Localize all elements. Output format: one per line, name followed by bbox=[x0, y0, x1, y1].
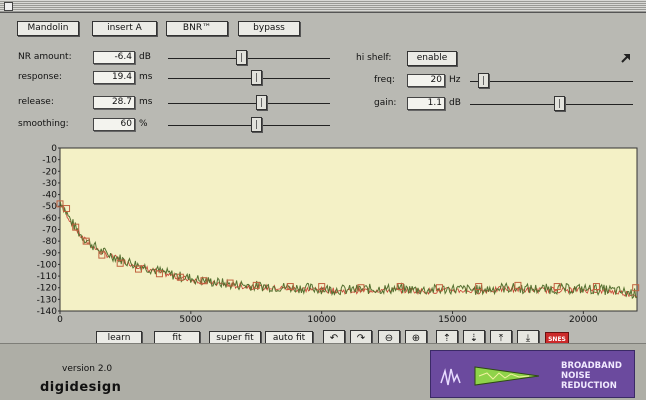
y-tick-label: -60 bbox=[42, 214, 57, 224]
y-tick-label: -140 bbox=[37, 307, 58, 317]
nr-amount-slider-track[interactable] bbox=[168, 58, 330, 59]
smoothing-field[interactable]: 60 bbox=[93, 118, 135, 131]
x-tick-label: 5000 bbox=[179, 315, 202, 325]
version-label: version 2.0 bbox=[62, 364, 113, 374]
close-box[interactable] bbox=[4, 2, 13, 11]
gain-field[interactable]: 1.1 bbox=[407, 97, 445, 110]
release-field[interactable]: 28.7 bbox=[93, 96, 135, 109]
nr-amount-field[interactable]: -6.4 bbox=[93, 51, 135, 64]
smoothing-slider-thumb[interactable] bbox=[251, 117, 263, 132]
release-unit: ms bbox=[139, 97, 153, 107]
release-slider-track[interactable] bbox=[168, 103, 330, 104]
response-slider-thumb[interactable] bbox=[251, 70, 263, 85]
freq-slider-track[interactable] bbox=[470, 81, 633, 82]
y-tick-label: -130 bbox=[37, 295, 58, 305]
y-tick-label: -30 bbox=[42, 179, 57, 189]
response-slider-track[interactable] bbox=[168, 78, 330, 79]
y-tick-label: -100 bbox=[37, 260, 58, 270]
gain-unit: dB bbox=[449, 98, 461, 108]
window-titlebar[interactable] bbox=[0, 0, 646, 13]
noise-spectrum-graph[interactable]: 0 -10-20 -30 -40-50 -60 -70-80 -90-100 -110 -120… bbox=[0, 140, 646, 335]
gain-slider-track[interactable] bbox=[470, 104, 633, 105]
response-label: response: bbox=[18, 72, 62, 82]
y-tick-label: 0 bbox=[51, 144, 57, 154]
x-tick-label: 20000 bbox=[569, 315, 598, 325]
freq-label: freq: bbox=[374, 75, 395, 85]
product-name-line3: REDUCTION bbox=[561, 381, 617, 391]
response-unit: ms bbox=[139, 72, 153, 82]
bnr-product-logo: BROADBAND NOISE REDUCTION bbox=[430, 350, 635, 398]
y-tick-label: -110 bbox=[37, 272, 58, 282]
y-tick-label: -10 bbox=[42, 156, 57, 166]
freq-unit: Hz bbox=[449, 75, 461, 85]
plugin-menu-button[interactable]: BNR™ bbox=[166, 21, 228, 36]
preset-menu-button[interactable]: Mandolin bbox=[17, 21, 79, 36]
y-tick-label: -40 bbox=[42, 191, 57, 201]
x-tick-label: 15000 bbox=[438, 315, 467, 325]
gain-slider-thumb[interactable] bbox=[553, 96, 565, 111]
gain-label: gain: bbox=[374, 98, 397, 108]
freq-slider-thumb[interactable] bbox=[477, 73, 489, 88]
product-name-line2: NOISE bbox=[561, 371, 591, 381]
release-slider-thumb[interactable] bbox=[255, 95, 267, 110]
y-tick-label: -70 bbox=[42, 226, 57, 236]
smoothing-unit: % bbox=[139, 119, 148, 129]
insert-menu-button[interactable]: insert A bbox=[92, 21, 157, 36]
bypass-button[interactable]: bypass bbox=[238, 21, 300, 36]
smoothing-label: smoothing: bbox=[18, 119, 69, 129]
product-name-line1: BROADBAND bbox=[561, 361, 622, 371]
smoothing-slider-track[interactable] bbox=[168, 125, 330, 126]
wrench-icon[interactable] bbox=[620, 53, 631, 64]
y-tick-label: -50 bbox=[42, 202, 57, 212]
hi-shelf-enable-button[interactable]: enable bbox=[407, 51, 457, 66]
hi-shelf-label: hi shelf: bbox=[356, 53, 392, 63]
nr-amount-slider-thumb[interactable] bbox=[235, 50, 247, 65]
y-tick-label: -80 bbox=[42, 237, 57, 247]
response-field[interactable]: 19.4 bbox=[93, 71, 135, 84]
y-tick-label: -90 bbox=[42, 249, 57, 259]
nr-amount-label: NR amount: bbox=[18, 52, 72, 62]
freq-field[interactable]: 20 bbox=[407, 74, 445, 87]
x-tick-label: 0 bbox=[57, 315, 63, 325]
waveform-icon bbox=[440, 366, 540, 386]
y-tick-label: -120 bbox=[37, 284, 58, 294]
nr-amount-unit: dB bbox=[139, 52, 151, 62]
x-tick-label: 10000 bbox=[307, 315, 336, 325]
y-tick-label: -20 bbox=[42, 167, 57, 177]
digidesign-logo: digidesign bbox=[40, 380, 122, 395]
release-label: release: bbox=[18, 97, 54, 107]
